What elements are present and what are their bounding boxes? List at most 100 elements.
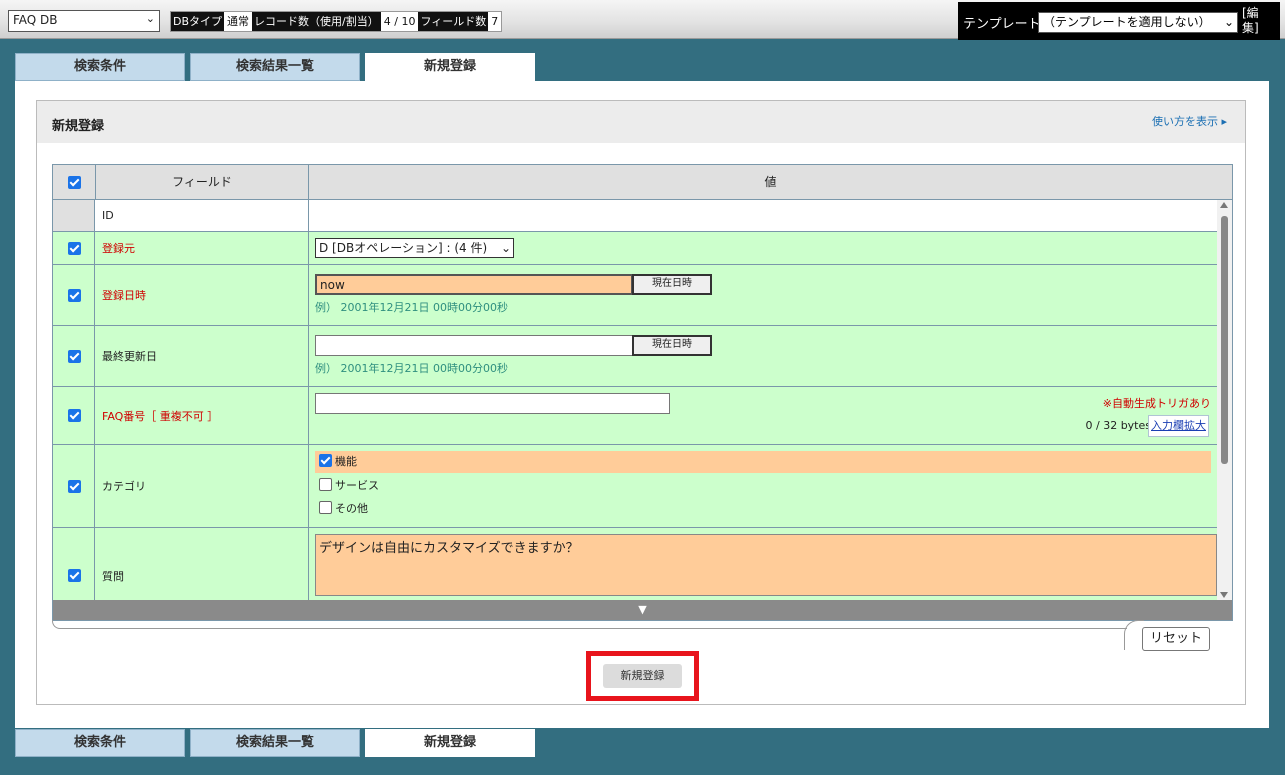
question-textarea[interactable]: デザインは自由にカスタマイズできますか？ (315, 534, 1217, 596)
grid-scrollbar[interactable] (1217, 200, 1232, 600)
template-label: テンプレート (963, 17, 1041, 32)
category-option-label: サービス (335, 479, 379, 492)
row-checkbox[interactable] (68, 409, 81, 422)
row-check-cell (53, 445, 95, 527)
field-label: FAQ番号［ 重複不可 ］ (96, 387, 309, 444)
row-check-cell (53, 387, 95, 444)
submit-highlight: 新規登録 (586, 651, 699, 701)
tab-search-results[interactable]: 検索結果一覧 (190, 729, 360, 757)
row-checkbox[interactable] (68, 480, 81, 493)
howto-link[interactable]: 使い方を表示 ▸ (1152, 113, 1227, 129)
updated-input[interactable] (315, 335, 633, 356)
checkbox-unchecked-icon (319, 478, 332, 491)
source-select[interactable]: D [DBオペレーション] : (4 件) ⌄ (315, 238, 514, 258)
row-checkbox[interactable] (68, 289, 81, 302)
registered-input[interactable]: now (315, 274, 633, 295)
grid-expand-bar[interactable]: ▼ (53, 600, 1232, 620)
field-label: カテゴリ (96, 445, 309, 527)
expand-input-link[interactable]: 入力欄拡大 (1148, 415, 1209, 437)
tab-bar-top: 検索条件 検索結果一覧 新規登録 (15, 53, 540, 81)
row-check-cell (53, 265, 95, 325)
category-value-cell: 機能 サービス その他 (309, 445, 1217, 527)
row-registered: 登録日時 now 現在日時 例） 2001年12月21日 00時00分00秒 (53, 265, 1217, 326)
grid-header: フィールド 値 (53, 165, 1232, 200)
grid-footer-frame (52, 620, 1233, 650)
updated-now-button[interactable]: 現在日時 (632, 335, 712, 356)
row-checkbox[interactable] (68, 350, 81, 363)
category-option-1[interactable]: 機能 (315, 451, 1211, 473)
top-bar: FAQ DB ⌄ DBタイプ 通常 レコード数（使用/割当） 4 / 10 フィ… (0, 0, 1285, 40)
record-count-value: 4 / 10 (380, 14, 419, 29)
field-count-label: フィールド数 (418, 12, 489, 31)
category-option-label: 機能 (335, 455, 357, 468)
submit-new-record-button[interactable]: 新規登録 (603, 664, 682, 688)
row-faqno: FAQ番号［ 重複不可 ］ ※自動生成トリガあり 0 / 32 bytes 入力… (53, 387, 1217, 445)
db-select-value: FAQ DB (13, 13, 58, 27)
row-category: カテゴリ 機能 サービス その他 (53, 445, 1217, 528)
main-panel: 新規登録 使い方を表示 ▸ フィールド 値 ID 登録元 D [DBオペレーショ… (15, 81, 1269, 728)
category-option-3[interactable]: その他 (319, 499, 368, 519)
faqno-value-cell: ※自動生成トリガあり 0 / 32 bytes 入力欄拡大 (309, 387, 1217, 444)
field-label: ID (96, 200, 309, 231)
row-updated: 最終更新日 現在日時 例） 2001年12月21日 00時00分00秒 (53, 326, 1217, 387)
tab-new-record[interactable]: 新規登録 (365, 53, 535, 81)
triangle-down-icon: ▼ (638, 603, 647, 616)
header-field: フィールド (96, 165, 309, 199)
footer-line (52, 620, 1127, 629)
registered-hint: 例） 2001年12月21日 00時00分00秒 (315, 301, 508, 314)
registered-now-button[interactable]: 現在日時 (632, 274, 712, 295)
card-header: 新規登録 使い方を表示 ▸ (37, 101, 1245, 143)
updated-hint: 例） 2001年12月21日 00時00分00秒 (315, 362, 508, 375)
row-id: ID (53, 200, 1217, 232)
row-checkbox[interactable] (68, 242, 81, 255)
db-type-value: 通常 (224, 14, 253, 29)
checkbox-checked-icon (319, 454, 332, 467)
category-option-2[interactable]: サービス (319, 476, 379, 496)
source-select-value: D [DBオペレーション] : (4 件) (319, 241, 488, 255)
chevron-down-icon: ⌄ (145, 12, 155, 25)
card-title: 新規登録 (52, 119, 105, 134)
footer-curve (1124, 620, 1144, 650)
row-checkbox[interactable] (68, 569, 81, 582)
chevron-down-icon: ⌄ (500, 241, 511, 255)
db-type-label: DBタイプ (171, 12, 225, 31)
tab-new-record[interactable]: 新規登録 (365, 729, 535, 757)
field-label: 最終更新日 (96, 326, 309, 386)
tab-search-conditions[interactable]: 検索条件 (15, 53, 185, 81)
scroll-up-icon[interactable] (1220, 202, 1228, 208)
category-option-label: その他 (335, 502, 368, 515)
reset-button[interactable]: リセット (1142, 627, 1210, 651)
trigger-note: ※自動生成トリガあり (1102, 397, 1211, 410)
field-label: 登録元 (96, 232, 309, 264)
source-value-cell: D [DBオペレーション] : (4 件) ⌄ (309, 232, 1217, 264)
row-check-cell (53, 326, 95, 386)
header-check-cell (53, 165, 96, 199)
tab-bar-bottom: 検索条件 検索結果一覧 新規登録 (15, 729, 540, 757)
field-grid: フィールド 値 ID 登録元 D [DBオペレーション] : (4 件) ⌄ 登… (52, 164, 1233, 621)
tab-search-results[interactable]: 検索結果一覧 (190, 53, 360, 81)
row-check-cell (53, 232, 95, 264)
db-info: DBタイプ 通常 レコード数（使用/割当） 4 / 10 フィールド数 7 (170, 11, 503, 32)
select-all-checkbox[interactable] (68, 176, 81, 189)
id-value-cell (309, 200, 1217, 231)
db-select[interactable]: FAQ DB ⌄ (8, 10, 160, 32)
scroll-thumb[interactable] (1221, 216, 1228, 464)
chevron-down-icon: ⌄ (1223, 15, 1234, 29)
template-panel: テンプレート （テンプレートを適用しない） ⌄ [編集] (958, 2, 1280, 40)
updated-value-cell: 現在日時 例） 2001年12月21日 00時00分00秒 (309, 326, 1217, 386)
registered-value-cell: now 現在日時 例） 2001年12月21日 00時00分00秒 (309, 265, 1217, 325)
row-source: 登録元 D [DBオペレーション] : (4 件) ⌄ (53, 232, 1217, 265)
faqno-input[interactable] (315, 393, 670, 414)
template-select-value: （テンプレートを適用しない） (1043, 15, 1211, 29)
scroll-down-icon[interactable] (1220, 592, 1228, 598)
checkbox-unchecked-icon (319, 501, 332, 514)
field-label: 登録日時 (96, 265, 309, 325)
row-check-cell (53, 200, 95, 231)
template-select[interactable]: （テンプレートを適用しない） ⌄ (1038, 12, 1238, 33)
new-record-card: 新規登録 使い方を表示 ▸ フィールド 値 ID 登録元 D [DBオペレーショ… (36, 100, 1246, 705)
template-edit-link[interactable]: [編集] (1242, 6, 1259, 36)
tab-search-conditions[interactable]: 検索条件 (15, 729, 185, 757)
record-count-label: レコード数（使用/割当） (252, 12, 381, 31)
field-count-value: 7 (488, 14, 502, 29)
byte-counter: 0 / 32 bytes (1085, 419, 1152, 432)
